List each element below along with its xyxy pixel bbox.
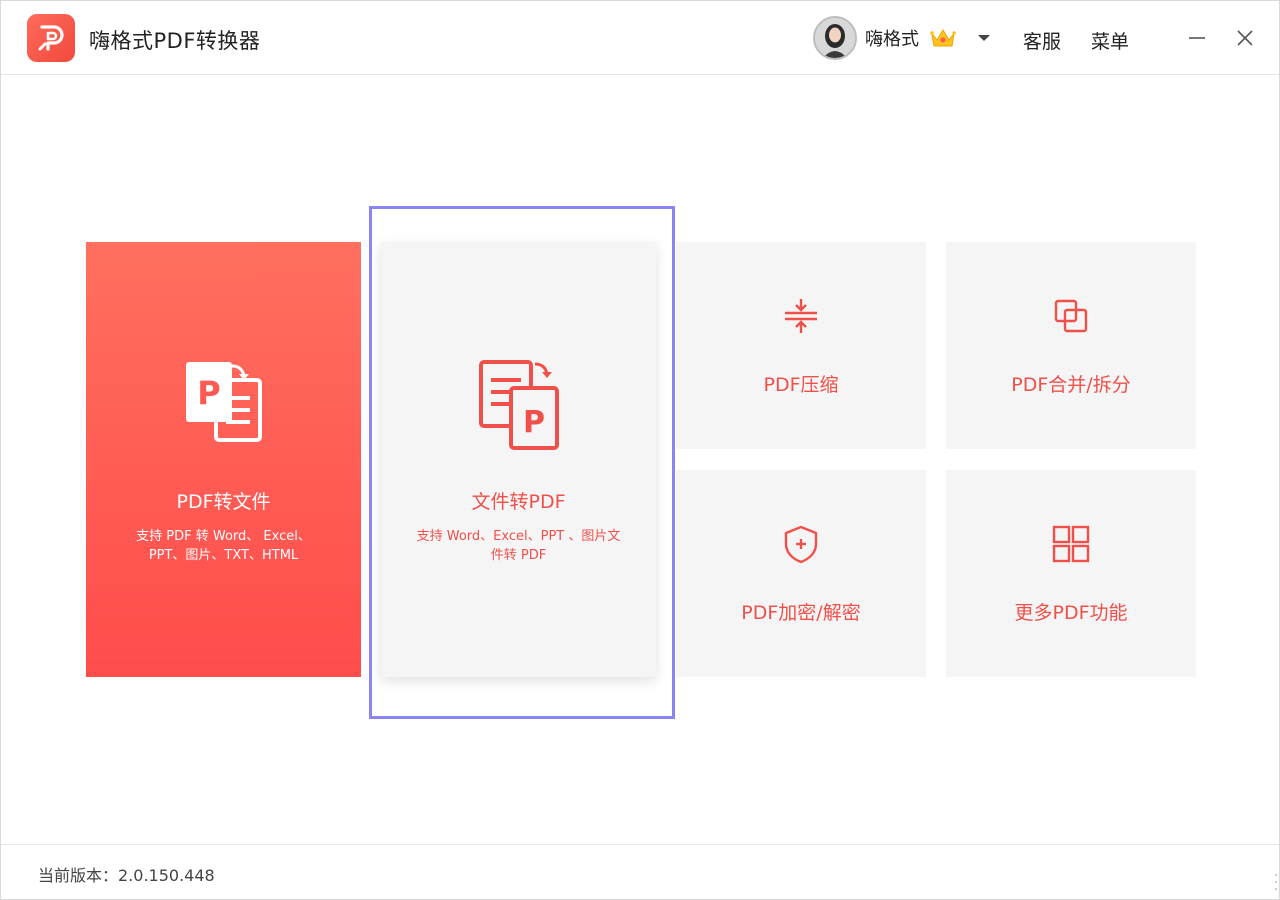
file-to-pdf-title: 文件转PDF [471,491,566,513]
pdf-to-file-card[interactable]: P PDF转文件 支持 PDF 转 Word、 Excel、 PPT、图片、TX… [86,242,361,677]
resize-grip-icon[interactable] [1273,869,1279,899]
user-profile[interactable]: 嗨格式 [813,15,991,61]
grid-icon [1052,525,1090,563]
pdf-encrypt-card[interactable]: PDF加密/解密 [676,470,926,677]
shield-icon [784,525,818,564]
app-title: 嗨格式PDF转换器 [89,29,261,53]
file-to-pdf-icon: P [478,360,559,450]
svg-text:P: P [523,405,545,440]
file-to-pdf-desc: 支持 Word、Excel、PPT 、图片文件转 PDF [416,529,621,563]
chevron-down-icon[interactable] [977,33,991,43]
crown-icon [930,29,956,47]
username[interactable]: 嗨格式 [865,25,919,51]
file-to-pdf-card[interactable]: P 文件转PDF 支持 Word、Excel、PPT 、图片文件转 PDF [381,242,656,677]
more-pdf-features-card[interactable]: 更多PDF功能 [946,470,1196,677]
pdf-to-file-title: PDF转文件 [176,491,271,513]
merge-icon [1054,299,1088,333]
more-pdf-features-title: 更多PDF功能 [1014,602,1128,624]
minimize-icon[interactable] [1182,23,1212,53]
version-label: 当前版本：2.0.150.448 [38,866,215,885]
pdf-compress-title: PDF压缩 [763,374,839,396]
compress-icon [785,299,817,333]
app-logo-icon [27,14,75,62]
pdf-to-file-icon: P [185,362,262,442]
status-bar: 当前版本：2.0.150.448 [1,844,1279,899]
svg-text:P: P [197,374,220,412]
support-button[interactable]: 客服 [1023,27,1061,54]
pdf-compress-card[interactable]: PDF压缩 [676,242,926,449]
pdf-to-file-desc: 支持 PDF 转 Word、 Excel、 PPT、图片、TXT、HTML [136,529,311,563]
pdf-encrypt-title: PDF加密/解密 [741,602,861,624]
title-bar: 嗨格式PDF转换器 嗨格式 客服 菜单 [1,1,1279,75]
pdf-merge-split-title: PDF合并/拆分 [1011,374,1131,396]
close-icon[interactable] [1230,23,1260,53]
menu-button[interactable]: 菜单 [1091,27,1129,54]
avatar[interactable] [813,16,857,60]
app-window: 嗨格式PDF转换器 嗨格式 客服 菜单 P PDF转文件 支持 PDF 转 Wo… [0,0,1280,900]
pdf-merge-split-card[interactable]: PDF合并/拆分 [946,242,1196,449]
